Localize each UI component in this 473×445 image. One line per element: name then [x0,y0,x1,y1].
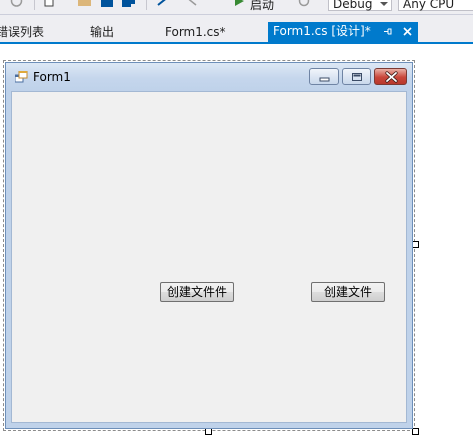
toolbar-separator [146,0,147,10]
tab-output[interactable]: 输出 [90,23,114,42]
form-window[interactable]: Form1 创建文件件 创建文件 [5,62,413,429]
tab-form1-code[interactable]: Form1.cs* [165,23,226,42]
form-app-icon [15,71,28,83]
resize-handle-corner[interactable] [412,428,419,435]
redo-icon[interactable] [10,0,23,10]
form-frame-right [407,91,412,428]
document-tab-strip: 错误列表 输出 Form1.cs* Form1.cs [设计]* [0,15,473,42]
start-icon[interactable] [234,0,245,10]
create-folder-button[interactable]: 创建文件件 [160,282,234,302]
platform-value: Any CPU [403,0,455,11]
close-icon [385,71,398,83]
form-frame-bottom [6,423,412,428]
close-icon[interactable] [403,27,412,36]
create-file-button[interactable]: 创建文件 [311,282,385,302]
tab-form1-designer[interactable]: Form1.cs [设计]* [268,22,419,42]
refresh-icon[interactable] [298,0,310,10]
new-item-icon[interactable] [44,0,57,10]
save-icon[interactable] [101,0,113,10]
tab-label: 输出 [90,25,115,39]
toolbar-separator [34,0,35,10]
toolbar: 启动 Debug Any CPU [0,0,473,15]
close-window-button[interactable] [374,68,407,85]
minimize-button[interactable] [309,68,339,85]
platform-dropdown[interactable]: Any CPU [398,0,473,11]
save-all-icon[interactable] [122,0,136,10]
maximize-button[interactable] [342,68,371,85]
tab-error-list[interactable]: 错误列表 [0,23,44,42]
redo-arrow-icon[interactable] [184,0,198,10]
form-client-area[interactable] [11,91,407,423]
tab-label: Form1.cs [设计]* [273,24,371,38]
undo-icon[interactable] [156,0,170,10]
resize-handle-bottom[interactable] [205,428,212,435]
solution-config-dropdown[interactable]: Debug [328,0,392,11]
resize-handle-right[interactable] [412,241,419,248]
form-title: Form1 [33,70,71,84]
start-label[interactable]: 启动 [250,0,274,13]
maximize-icon [352,73,362,81]
chevron-down-icon [380,2,388,6]
pin-icon[interactable] [383,27,392,36]
tab-label: Form1.cs* [165,25,226,39]
minimize-icon [319,77,330,82]
solution-config-value: Debug [333,0,373,11]
tab-label: 错误列表 [0,25,45,39]
open-file-icon[interactable] [78,0,92,10]
form-titlebar[interactable]: Form1 [6,63,412,91]
